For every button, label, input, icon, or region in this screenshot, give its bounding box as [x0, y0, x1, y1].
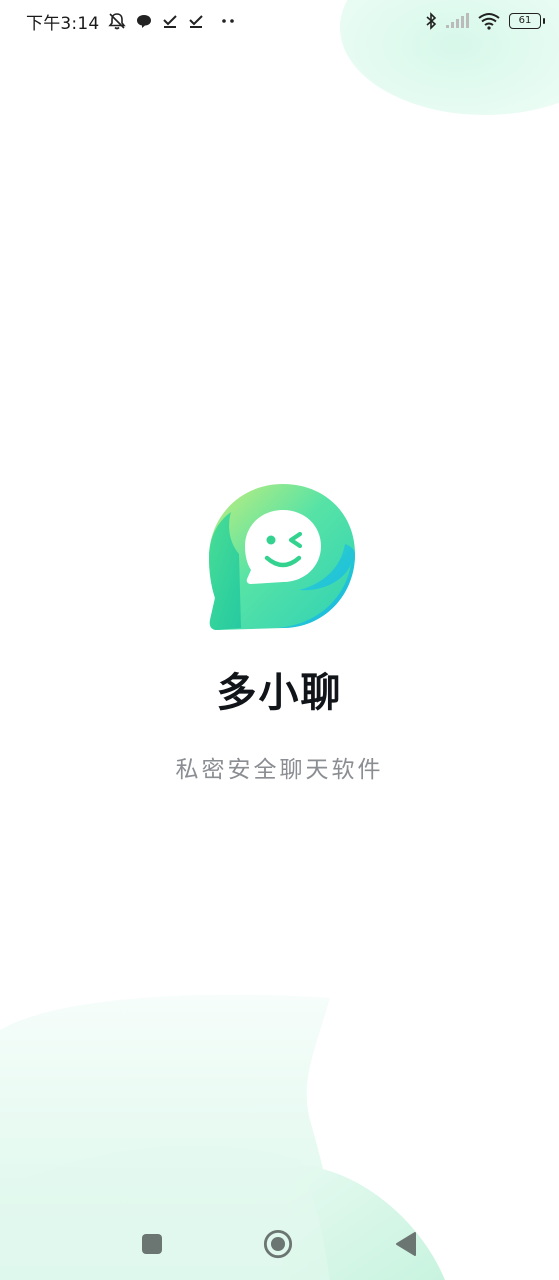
app-tagline: 私密安全聊天软件: [175, 757, 384, 783]
square-icon: [142, 1234, 162, 1254]
status-left: 下午3:14: [26, 9, 235, 34]
wifi-icon: [477, 12, 501, 30]
more-dots-icon: [221, 18, 235, 24]
mute-bell-icon: [107, 12, 127, 30]
circle-home-icon: [263, 1229, 293, 1259]
splash-screen: 下午3:14 61 多小聊 私密安全聊天软件: [0, 0, 559, 1280]
home-button[interactable]: [263, 1229, 293, 1259]
battery-icon: 61: [509, 13, 545, 29]
check-icon: [161, 13, 179, 29]
status-right: 61: [425, 12, 545, 30]
status-bar: 下午3:14 61: [0, 0, 559, 42]
back-button[interactable]: [391, 1229, 421, 1259]
status-time: 下午3:14: [26, 13, 100, 34]
recents-button[interactable]: [137, 1229, 167, 1259]
triangle-back-icon: [396, 1232, 416, 1256]
chat-bubble-icon: [135, 13, 153, 29]
check-icon: [187, 13, 205, 29]
signal-icon: [445, 13, 469, 29]
bluetooth-icon: [425, 12, 437, 30]
navigation-bar: [0, 1215, 559, 1271]
app-name: 多小聊: [216, 670, 343, 716]
chat-bubble-smile-logo: [209, 484, 355, 630]
